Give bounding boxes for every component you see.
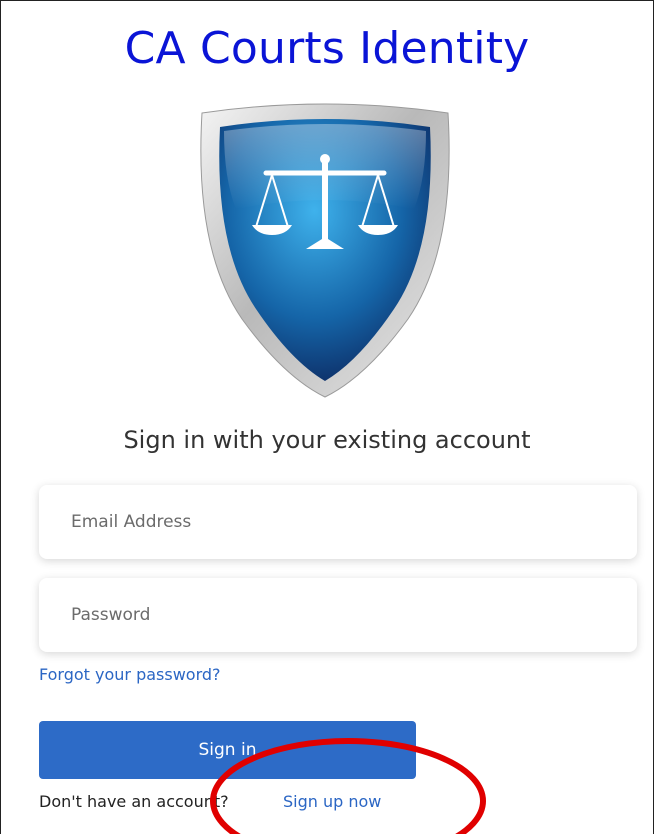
password-field[interactable] [39,578,637,652]
email-field[interactable] [39,485,637,559]
no-account-text: Don't have an account? [39,792,229,811]
page-title: CA Courts Identity [124,23,530,74]
scales-of-justice-shield-icon [200,103,450,398]
sign-up-link[interactable]: Sign up now [283,792,381,811]
sign-in-heading: Sign in with your existing account [123,426,531,454]
sign-in-button[interactable]: Sign in [39,721,416,779]
forgot-password-link[interactable]: Forgot your password? [39,665,221,684]
sign-in-page: CA Courts Identity Sign in with your exi… [0,0,654,834]
